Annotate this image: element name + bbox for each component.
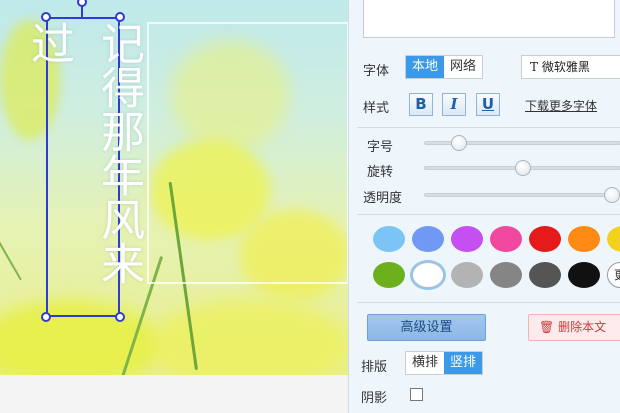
delete-text-label: 删除本文 [558, 320, 607, 334]
resize-handle-top-left[interactable] [41, 12, 51, 22]
shadow-checkbox[interactable] [410, 388, 423, 401]
color-swatch[interactable] [490, 262, 522, 288]
divider [357, 302, 620, 303]
divider [357, 127, 620, 128]
color-swatch[interactable] [373, 226, 405, 252]
resize-handle-bottom-right[interactable] [115, 312, 125, 322]
opacity-slider-thumb[interactable] [604, 187, 620, 203]
decorative-frame [147, 22, 348, 284]
divider [357, 214, 620, 215]
color-swatch[interactable] [607, 226, 620, 252]
color-swatch[interactable] [490, 226, 522, 252]
shadow-label: 阴影 [361, 391, 388, 406]
bold-button[interactable]: B [409, 93, 433, 116]
trash-icon: 🗑 [539, 320, 555, 334]
font-source-web-tab[interactable]: 网络 [444, 56, 482, 78]
font-size-label: 字号 [367, 140, 394, 155]
photo-canvas[interactable]: 记得那年风来过 [0, 0, 348, 375]
color-swatch[interactable] [568, 226, 600, 252]
font-family-select[interactable]: T 微软雅黑 [521, 55, 620, 79]
style-label: 样式 [363, 101, 390, 116]
delete-text-button[interactable]: 🗑 删除本文 [528, 314, 620, 341]
text-selection-box[interactable]: 记得那年风来过 [23, 17, 144, 317]
color-swatch[interactable] [412, 262, 444, 288]
color-swatch[interactable] [412, 226, 444, 252]
rotate-slider-thumb[interactable] [514, 160, 531, 176]
resize-handle-bottom-left[interactable] [41, 312, 51, 322]
rotate-label: 旋转 [367, 165, 394, 180]
more-colors-button[interactable]: 更 [607, 262, 620, 288]
color-swatch[interactable] [451, 226, 483, 252]
layout-vertical-tab[interactable]: 竖排 [444, 352, 483, 374]
layout-horizontal-tab[interactable]: 横排 [406, 352, 444, 374]
download-more-fonts-link[interactable]: 下载更多字体 [525, 97, 597, 114]
color-swatch[interactable] [529, 262, 561, 288]
color-swatch[interactable] [529, 226, 561, 252]
color-swatch[interactable] [373, 262, 405, 288]
font-source-toggle: 本地 网络 [405, 55, 484, 79]
layout-toggle: 横排 竖排 [405, 351, 484, 375]
color-swatch[interactable] [451, 262, 483, 288]
opacity-slider[interactable] [424, 193, 620, 197]
advanced-settings-button[interactable]: 高级设置 [367, 314, 486, 341]
color-swatch[interactable] [568, 262, 600, 288]
rotate-handle[interactable] [77, 0, 87, 7]
opacity-label: 透明度 [363, 191, 403, 206]
font-source-local-tab[interactable]: 本地 [406, 56, 445, 78]
resize-handle-top-right[interactable] [115, 12, 125, 22]
italic-button[interactable]: I [442, 93, 466, 116]
underline-button[interactable]: U [476, 93, 500, 116]
text-input-area[interactable] [363, 0, 615, 38]
flower-blob [150, 300, 348, 375]
font-label: 字体 [363, 64, 390, 79]
text-settings-panel: 字体 本地 网络 T 微软雅黑 样式 B I U 下载更多字体 字号 旋转 透明… [348, 0, 620, 413]
font-size-slider-thumb[interactable] [451, 135, 468, 151]
vertical-text[interactable]: 记得那年风来过 [23, 21, 144, 315]
canvas-bottom-strip [0, 375, 348, 413]
layout-label: 排版 [361, 360, 388, 375]
